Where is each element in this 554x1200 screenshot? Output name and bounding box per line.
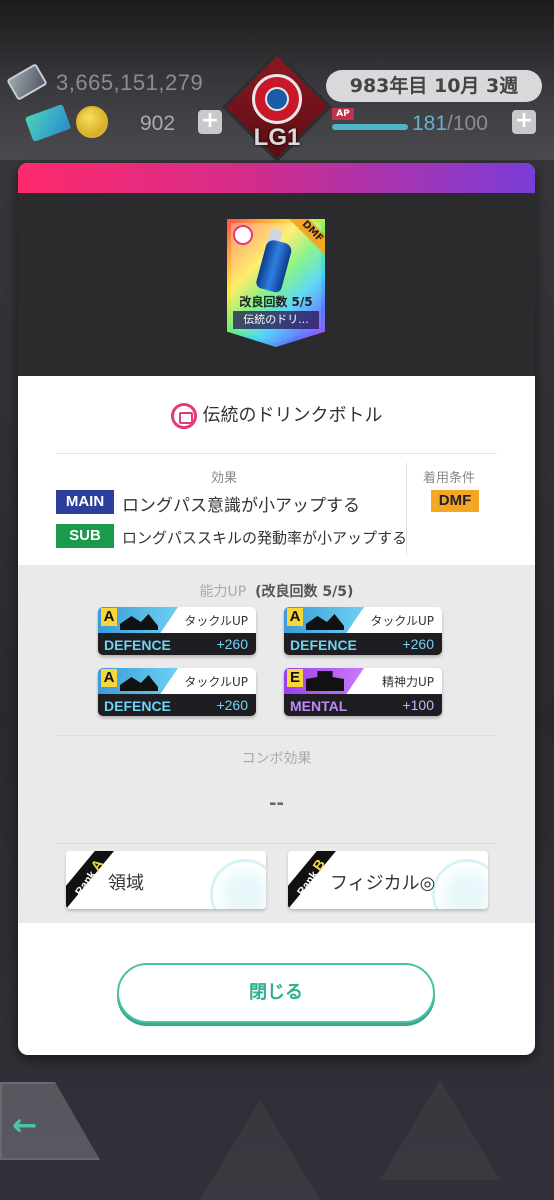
bg-triangle (380, 1080, 500, 1180)
ability-card: A タックルUP DEFENCE +260 (98, 668, 256, 716)
ability-value: +100 (402, 697, 434, 713)
ability-category: MENTAL (290, 698, 348, 714)
ap-current: 181 (412, 112, 448, 135)
money-amount: 3,665,151,279 (56, 70, 204, 95)
ability-grade: A (101, 608, 117, 626)
divider (56, 843, 497, 844)
ability-header-label: 能力UP (199, 584, 247, 600)
item-title: 伝統のドリンクボトル (18, 401, 535, 429)
ability-category: DEFENCE (290, 637, 357, 653)
coin-icon (76, 106, 108, 138)
ability-header: 能力UP (改良回数 5/5) (18, 581, 535, 601)
condition-label: 着用条件 (423, 471, 476, 486)
ability-grade: A (287, 608, 303, 626)
modal-header-gradient (18, 163, 535, 193)
bg-triangle (200, 1100, 320, 1200)
game-date: 983年目 10月 3週 (326, 70, 542, 102)
main-tag: MAIN (56, 490, 114, 514)
ability-value: +260 (402, 636, 434, 652)
ability-header-detail: (改良回数 5/5) (255, 584, 354, 600)
ability-name: タックルUP (370, 614, 434, 628)
divider (56, 735, 497, 736)
add-ap-button[interactable]: + (512, 110, 536, 134)
ability-grade: A (101, 669, 117, 687)
main-effect-text: ロングパス意識が小アップする (122, 496, 360, 516)
ap-value: 181/100 (412, 112, 488, 136)
back-arrow-icon[interactable]: ← (12, 1108, 37, 1143)
ability-card: A タックルUP DEFENCE +260 (284, 607, 442, 655)
soccer-ball-icon (210, 859, 266, 909)
item-preview-area: DMF 改良回数 5/5 伝統のドリ... (18, 193, 535, 376)
ap-bar-fill (332, 124, 408, 130)
ability-name: タックルUP (184, 614, 248, 628)
club-badge-icon (252, 74, 302, 124)
ability-category: DEFENCE (104, 637, 171, 653)
combo-rank-label: フィジカル◎ (330, 873, 436, 894)
combo-rank-card[interactable]: Rank B フィジカル◎ (288, 851, 488, 909)
ability-value: +260 (216, 697, 248, 713)
ability-value: +260 (216, 636, 248, 652)
sub-tag: SUB (56, 524, 114, 548)
item-detail-modal: DMF 改良回数 5/5 伝統のドリ... 伝統のドリンクボトル 効果 着用条件… (18, 163, 535, 1055)
item-card: DMF 改良回数 5/5 伝統のドリ... (227, 219, 325, 347)
league-label: LG1 (253, 124, 301, 151)
club-emblem[interactable]: LG1 (221, 51, 333, 163)
ability-name: 精神力UP (381, 675, 434, 689)
ap-bar (332, 124, 408, 130)
combo-value: -- (269, 793, 284, 814)
soccer-ball-icon (432, 859, 488, 909)
ap-max: /100 (447, 112, 488, 135)
coin-amount: 902 (140, 112, 176, 135)
add-coins-button[interactable]: + (198, 110, 222, 134)
card-item-name: 伝統のドリ... (233, 311, 319, 329)
combo-rank-label: 領域 (108, 873, 144, 894)
combo-label: コンボ効果 (241, 751, 312, 767)
ability-category: DEFENCE (104, 698, 171, 714)
equip-icon (233, 225, 253, 245)
ability-card: A タックルUP DEFENCE +260 (98, 607, 256, 655)
ability-grade: E (287, 669, 303, 687)
card-upgrade-count: 改良回数 5/5 (239, 295, 313, 309)
ability-name: タックルUP (184, 675, 248, 689)
ticket-icon (24, 103, 72, 143)
item-title-text: 伝統のドリンクボトル (202, 405, 383, 426)
condition-position: DMF (431, 490, 479, 512)
effect-label: 効果 (211, 471, 238, 486)
ap-label: AP (332, 108, 354, 120)
combo-rank-card[interactable]: Rank A 領域 (66, 851, 266, 909)
top-hud: 3,665,151,279 902 + LG1 983年目 10月 3週 AP … (0, 0, 554, 163)
divider (56, 453, 497, 454)
close-button[interactable]: 閉じる (117, 963, 435, 1023)
ability-card: E 精神力UP MENTAL +100 (284, 668, 442, 716)
sub-effect-text: ロングパススキルの発動率が小アップする (122, 529, 408, 547)
money-icon (6, 63, 48, 101)
equip-icon (170, 403, 197, 429)
